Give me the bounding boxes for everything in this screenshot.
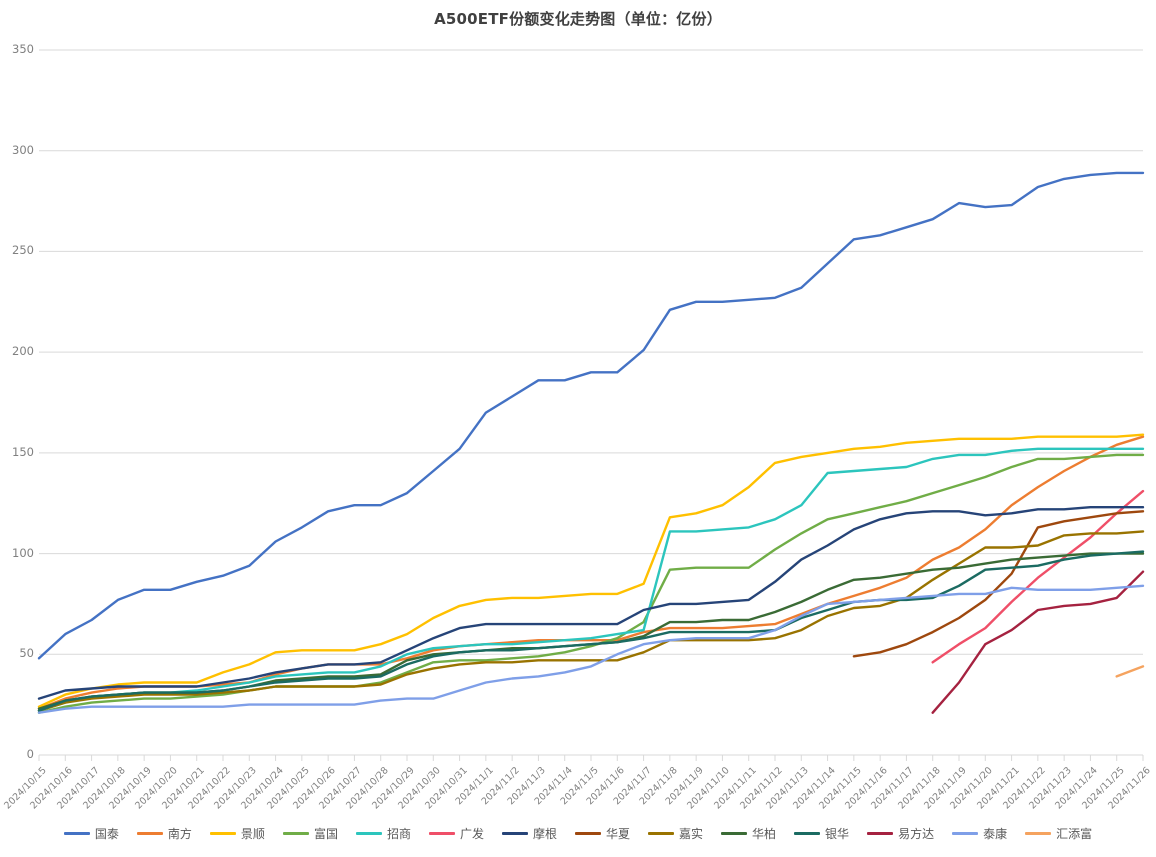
- legend-item-华夏[interactable]: 华夏: [575, 825, 630, 842]
- legend-swatch-icon: [1025, 831, 1052, 835]
- legend-label: 汇添富: [1056, 826, 1093, 841]
- legend-swatch-icon: [355, 831, 382, 835]
- legend-item-国泰[interactable]: 国泰: [63, 825, 119, 842]
- legend-item-南方[interactable]: 南方: [136, 825, 192, 842]
- legend-label: 银华: [825, 826, 850, 841]
- legend-label: 华夏: [606, 826, 631, 841]
- legend-item-广发[interactable]: 广发: [428, 825, 484, 842]
- legend-item-易方达[interactable]: 易方达: [867, 825, 934, 842]
- legend-label: 摩根: [532, 826, 557, 841]
- y-axis-tick-label: 150: [12, 444, 34, 459]
- series-line-富国: [37, 453, 1145, 714]
- series-line-汇添富: [1115, 665, 1145, 678]
- legend-swatch-icon: [648, 831, 675, 835]
- y-axis-tick-label: 300: [12, 142, 34, 157]
- line-chart-svg: [37, 49, 1145, 761]
- y-axis-tick-label: 100: [12, 545, 34, 560]
- legend-item-富国[interactable]: 富国: [282, 825, 338, 842]
- series-line-国泰: [37, 171, 1145, 660]
- legend-swatch-icon: [428, 831, 455, 835]
- legend-item-泰康[interactable]: 泰康: [952, 825, 1007, 842]
- legend-label: 泰康: [983, 826, 1008, 841]
- legend-label: 国泰: [94, 826, 119, 841]
- series-line-广发: [931, 489, 1145, 664]
- legend-swatch-icon: [63, 831, 90, 835]
- legend-item-华柏[interactable]: 华柏: [721, 825, 776, 842]
- series-line-嘉实: [37, 530, 1145, 712]
- chart-page: A500ETF份额变化走势图（单位：亿份） 0 50 100 150 200 250 300…: [0, 0, 1156, 857]
- series-line-南方: [37, 435, 1145, 710]
- legend-label: 富国: [313, 826, 338, 841]
- legend-label: 华柏: [752, 826, 777, 841]
- legend-label: 景顺: [240, 826, 265, 841]
- legend-swatch-icon: [952, 831, 979, 835]
- legend-label: 招商: [386, 826, 411, 841]
- legend-swatch-icon: [575, 831, 601, 835]
- legend-swatch-icon: [867, 831, 894, 835]
- y-axis-tick-label: 200: [12, 344, 34, 359]
- legend-label: 易方达: [898, 826, 935, 841]
- legend-item-摩根[interactable]: 摩根: [501, 825, 557, 842]
- legend-swatch-icon: [282, 831, 309, 835]
- plot-area: 0 50 100 150 200 250 300 350 2024/10/15 2024/10/…: [0, 0, 1156, 857]
- legend-item-景顺[interactable]: 景顺: [209, 825, 265, 842]
- legend-item-汇添富[interactable]: 汇添富: [1025, 825, 1092, 842]
- legend-label: 南方: [167, 826, 192, 841]
- legend-item-银华[interactable]: 银华: [794, 825, 849, 842]
- y-axis-tick-label: 250: [12, 243, 34, 258]
- legend-item-招商[interactable]: 招商: [355, 825, 411, 842]
- series-lines: [37, 171, 1145, 714]
- legend-item-嘉实[interactable]: 嘉实: [648, 825, 703, 842]
- y-axis-tick-label: 0: [26, 747, 34, 761]
- gridlines: [39, 49, 1143, 756]
- legend-swatch-icon: [209, 831, 236, 835]
- legend-swatch-icon: [794, 831, 821, 835]
- legend-swatch-icon: [721, 831, 748, 835]
- y-axis-tick-label: 350: [12, 42, 34, 56]
- x-axis-ticks: [38, 754, 1144, 761]
- legend-swatch-icon: [136, 831, 163, 835]
- legend-swatch-icon: [501, 831, 528, 835]
- y-axis-tick-label: 50: [19, 646, 34, 661]
- legend-label: 嘉实: [679, 826, 704, 841]
- legend-label: 广发: [459, 826, 484, 841]
- legend: 国泰 南方 景顺 富国 招商 广发 摩根 华夏 嘉实 华柏 银华 易方达 泰康 汇添富: [0, 818, 1156, 848]
